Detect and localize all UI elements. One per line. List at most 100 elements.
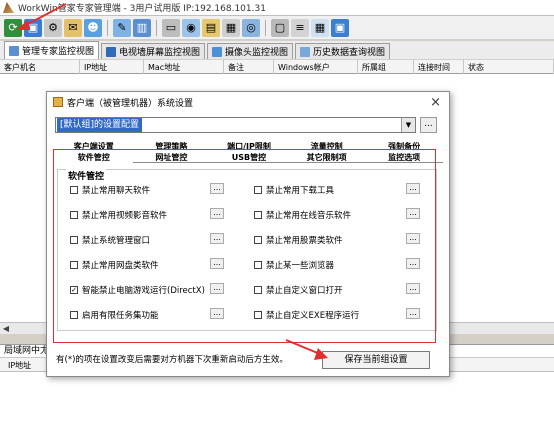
option-label: 禁止常用下载工具 <box>266 186 335 196</box>
option-settings-button[interactable]: ... <box>210 283 224 294</box>
option-block-browsers[interactable]: 禁止某一些浏览器 <box>254 259 334 271</box>
clipboard-icon[interactable]: ▦ <box>222 18 240 37</box>
option-label: 禁止某一些浏览器 <box>266 261 335 271</box>
tools-icon[interactable]: ✎ <box>113 18 131 37</box>
column-header[interactable]: Windows帐户 <box>274 60 358 74</box>
save-group-settings-button[interactable]: 保存当前组设置 <box>322 351 430 369</box>
scroll-left-icon[interactable]: ◀ <box>0 323 12 334</box>
checkbox[interactable] <box>254 286 262 294</box>
close-icon[interactable]: × <box>430 95 441 110</box>
checkbox[interactable]: ✓ <box>70 286 78 294</box>
option-label: 禁止常用视频影音软件 <box>82 211 168 221</box>
checkbox[interactable] <box>254 236 262 244</box>
option-settings-button[interactable]: ... <box>406 308 420 319</box>
group-config-more-button[interactable]: ... <box>420 117 437 133</box>
option-label: 禁止自定义窗口打开 <box>266 286 343 296</box>
camera-view-icon <box>212 46 223 57</box>
mail-icon[interactable]: ✉ <box>64 18 82 37</box>
lan-grid-body[interactable] <box>0 372 554 441</box>
option-settings-button[interactable]: ... <box>210 258 224 269</box>
option-block-music[interactable]: 禁止常用在线音乐软件 <box>254 209 351 221</box>
tab-url-control[interactable]: 网址管控 <box>132 152 211 163</box>
option-block-video[interactable]: 禁止常用视频影音软件 <box>70 209 167 221</box>
option-block-system-admin[interactable]: 禁止系统管理窗口 <box>70 234 150 246</box>
checkbox[interactable] <box>70 186 78 194</box>
tab-monitor-options[interactable]: 监控选项 <box>365 152 443 163</box>
dialog-app-icon <box>53 97 63 107</box>
toolbar: ⟳ ▣ ⚙ ✉ ☻ ✎ ▥ ▭ ◉ ▤ ▦ ◎ ▢ ≡ ▦ ▣ <box>0 16 554 40</box>
option-settings-button[interactable]: ... <box>406 208 420 219</box>
option-block-download[interactable]: 禁止常用下载工具 <box>254 184 334 196</box>
settings-tabstrip: 客户端设置 管理策略 端口/IP限制 流量控制 强制备份 软件管控 网址管控 U… <box>55 141 443 163</box>
window-title: WorkWin管家专家管理端 - 3用户试用版 IP:192.168.101.3… <box>18 4 266 14</box>
tab-expert-monitor-view[interactable]: 管理专家监控视图 <box>4 41 100 59</box>
tab-software-control[interactable]: 软件管控 <box>55 152 133 163</box>
display-icon[interactable]: ▢ <box>271 18 289 37</box>
column-header[interactable]: 状态 <box>464 60 554 74</box>
option-settings-button[interactable]: ... <box>210 308 224 319</box>
checkbox[interactable] <box>254 211 262 219</box>
screen-icon[interactable]: ▭ <box>162 18 180 37</box>
option-settings-button[interactable]: ... <box>406 233 420 244</box>
camera-icon[interactable]: ◉ <box>182 18 200 37</box>
chevron-down-icon[interactable]: ▼ <box>401 118 415 132</box>
option-block-netdisk[interactable]: 禁止常用网盘类软件 <box>70 259 159 271</box>
grid-icon[interactable]: ▦ <box>311 18 329 37</box>
tab-history-view[interactable]: 历史数据查询视图 <box>295 43 391 59</box>
option-block-games[interactable]: ✓ 智能禁止电脑游戏运行(DirectX) <box>70 284 205 296</box>
folder-icon[interactable]: ▤ <box>202 18 220 37</box>
tab-usb-control[interactable]: USB管控 <box>210 152 288 163</box>
option-block-custom-exe[interactable]: 禁止自定义EXE程序运行 <box>254 309 359 321</box>
checkbox[interactable] <box>70 311 78 319</box>
list-icon[interactable]: ≡ <box>291 18 309 37</box>
app-logo-icon <box>3 2 14 13</box>
chart-icon[interactable]: ▥ <box>133 18 151 37</box>
column-header[interactable]: 客户机名 <box>0 60 80 74</box>
disk-icon[interactable]: ◎ <box>242 18 260 37</box>
checkbox[interactable] <box>70 211 78 219</box>
tab-other-limits[interactable]: 其它限制项 <box>287 152 366 163</box>
toolbar-divider <box>107 19 108 36</box>
tab-label: 管理专家监控视图 <box>22 47 95 57</box>
client-grid-header: 客户机名 IP地址 Mac地址 备注 Windows帐户 所属组 连接时间 状态 <box>0 60 554 74</box>
tab-forced-backup[interactable]: 强制备份 <box>365 141 443 152</box>
group-config-select[interactable]: [默认组]的设置配置 ▼ <box>55 117 416 133</box>
column-header[interactable]: 所属组 <box>358 60 414 74</box>
window-icon[interactable]: ▣ <box>331 18 349 37</box>
option-label: 启用有限任务集功能 <box>82 311 159 321</box>
option-settings-button[interactable]: ... <box>210 233 224 244</box>
option-block-stock[interactable]: 禁止常用股票类软件 <box>254 234 343 246</box>
option-settings-button[interactable]: ... <box>406 183 420 194</box>
view-tab-bar: 管理专家监控视图 电视墙屏幕监控视图 摄像头监控视图 历史数据查询视图 <box>0 41 554 59</box>
option-settings-button[interactable]: ... <box>210 183 224 194</box>
column-header[interactable]: IP地址 <box>80 60 144 74</box>
users-icon[interactable]: ☻ <box>84 18 102 37</box>
option-label: 智能禁止电脑游戏运行(DirectX) <box>82 286 205 296</box>
checkbox[interactable] <box>70 236 78 244</box>
tab-camera-view[interactable]: 摄像头监控视图 <box>207 43 294 59</box>
column-header[interactable]: Mac地址 <box>144 60 224 74</box>
tab-row-upper: 客户端设置 管理策略 端口/IP限制 流量控制 强制备份 <box>55 141 443 152</box>
checkbox[interactable] <box>254 311 262 319</box>
settings-icon[interactable]: ⚙ <box>44 18 62 37</box>
checkbox[interactable] <box>70 261 78 269</box>
tab-traffic-control[interactable]: 流量控制 <box>288 141 366 152</box>
column-header[interactable]: 连接时间 <box>414 60 464 74</box>
dialog-title: 客户端（被管理机器）系统设置 <box>67 98 194 109</box>
tab-management-policy[interactable]: 管理策略 <box>133 141 211 152</box>
option-label: 禁止系统管理窗口 <box>82 236 151 246</box>
option-settings-button[interactable]: ... <box>406 283 420 294</box>
tab-port-ip-limit[interactable]: 端口/IP限制 <box>210 141 288 152</box>
tab-client-settings[interactable]: 客户端设置 <box>55 141 133 152</box>
checkbox[interactable] <box>254 186 262 194</box>
option-block-custom-window[interactable]: 禁止自定义窗口打开 <box>254 284 343 296</box>
option-block-chat[interactable]: 禁止常用聊天软件 <box>70 184 150 196</box>
refresh-icon[interactable]: ⟳ <box>4 18 22 37</box>
option-settings-button[interactable]: ... <box>406 258 420 269</box>
column-header[interactable]: 备注 <box>224 60 274 74</box>
option-settings-button[interactable]: ... <box>210 208 224 219</box>
checkbox[interactable] <box>254 261 262 269</box>
monitor-icon[interactable]: ▣ <box>24 18 42 37</box>
tab-tv-wall-view[interactable]: 电视墙屏幕监控视图 <box>101 43 206 59</box>
option-limited-taskset[interactable]: 启用有限任务集功能 <box>70 309 159 321</box>
